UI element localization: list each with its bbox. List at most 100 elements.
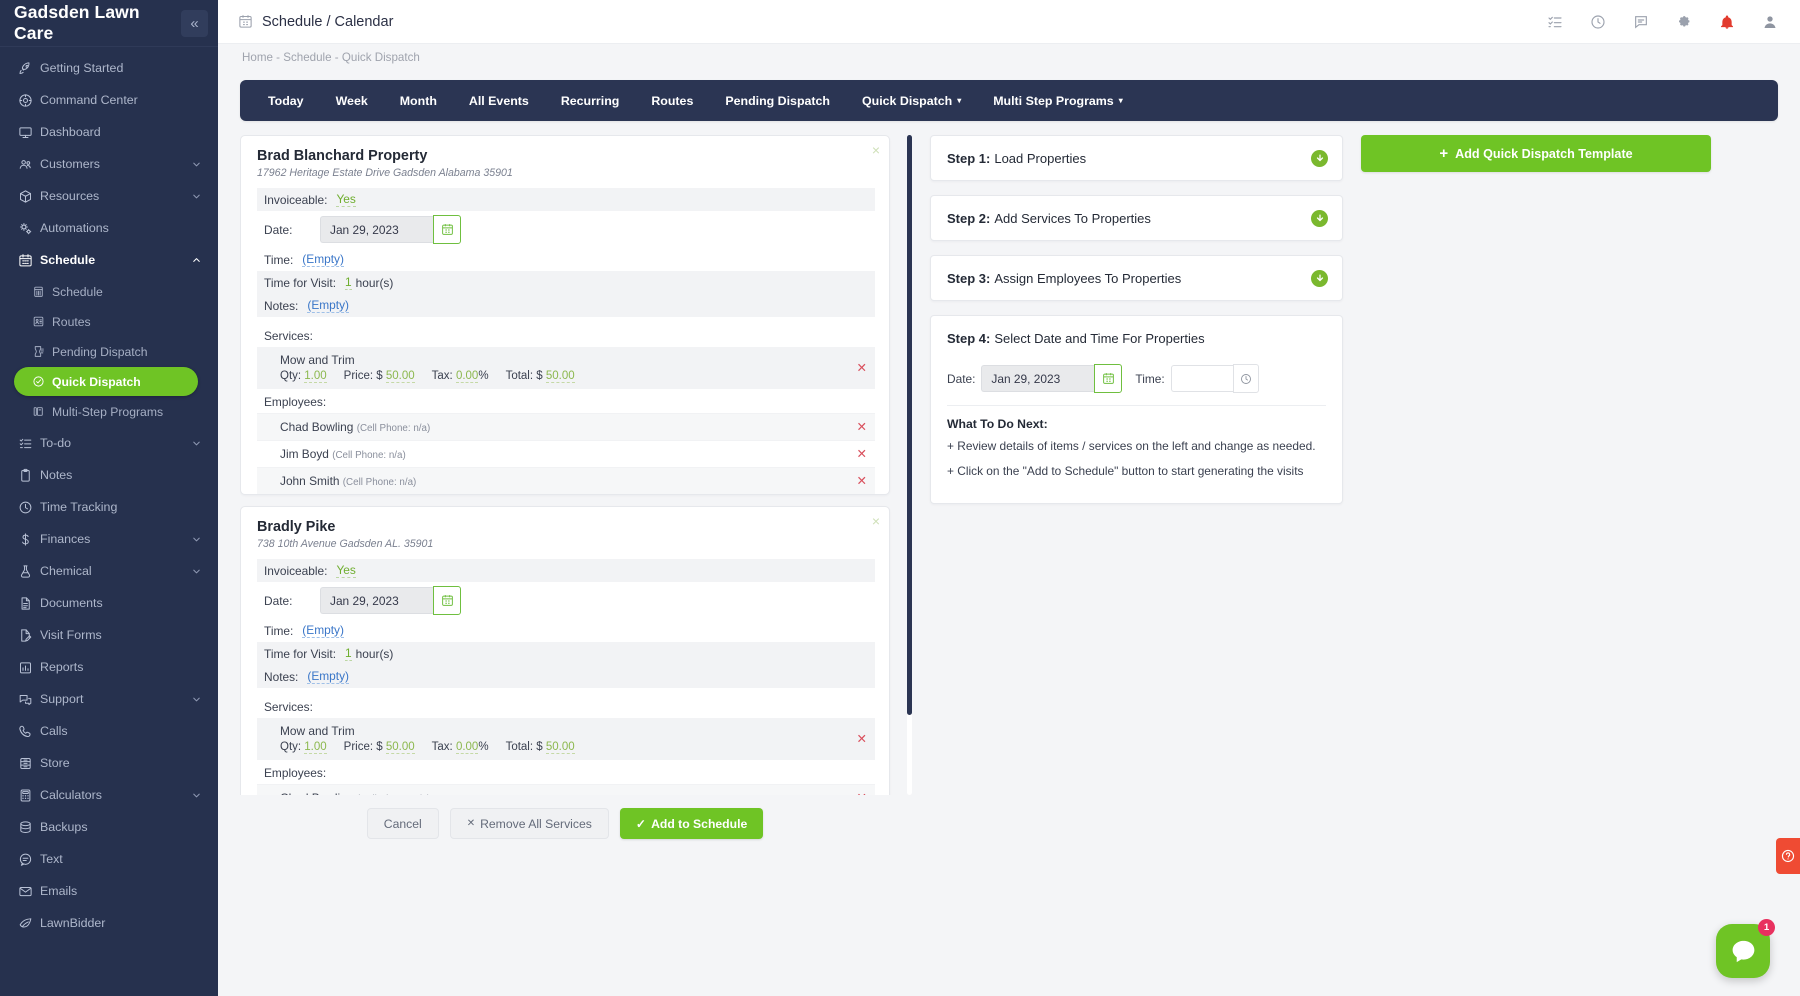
tab-multi-step-programs[interactable]: Multi Step Programs▾	[977, 94, 1139, 108]
sidebar-item-schedule[interactable]: Schedule	[0, 244, 218, 276]
time-value[interactable]: (Empty)	[302, 623, 344, 638]
download-arrow-icon[interactable]	[1311, 210, 1328, 227]
scrollbar-thumb[interactable]	[907, 135, 912, 715]
remove-all-services-button[interactable]: ✕ Remove All Services	[450, 808, 609, 839]
sidebar-item-chemical[interactable]: Chemical	[0, 555, 218, 587]
clock-picker-icon[interactable]	[1233, 364, 1259, 393]
sidebar-item-reports[interactable]: Reports	[0, 651, 218, 683]
remove-property-button[interactable]: ×	[872, 143, 880, 157]
chevron-down-icon[interactable]	[191, 790, 202, 801]
step4-time-input[interactable]	[1171, 365, 1233, 392]
sidebar-item-support[interactable]: Support	[0, 683, 218, 715]
remove-service-button[interactable]: ✕	[857, 362, 867, 375]
remove-employee-button[interactable]: ✕	[857, 792, 867, 795]
add-to-schedule-button[interactable]: ✓ Add to Schedule	[620, 808, 763, 839]
service-qty-value[interactable]: 1.00	[304, 741, 326, 754]
help-tab-button[interactable]	[1776, 838, 1800, 874]
remove-employee-button[interactable]: ✕	[857, 421, 867, 434]
sidebar-item-lawnbidder[interactable]: LawnBidder	[0, 907, 218, 939]
download-arrow-icon[interactable]	[1311, 150, 1328, 167]
chevron-down-icon[interactable]	[191, 566, 202, 577]
properties-scrollbar[interactable]	[907, 135, 912, 795]
remove-property-button[interactable]: ×	[872, 514, 880, 528]
sidebar-item-text[interactable]: Text	[0, 843, 218, 875]
remove-employee-button[interactable]: ✕	[857, 448, 867, 461]
tab-week[interactable]: Week	[320, 94, 384, 108]
tab-routes[interactable]: Routes	[635, 94, 709, 108]
service-tax-value[interactable]: 0.00	[456, 370, 478, 383]
sidebar-item-backups[interactable]: Backups	[0, 811, 218, 843]
sidebar-item-notes[interactable]: Notes	[0, 459, 218, 491]
tasks-icon[interactable]	[1547, 14, 1563, 30]
step4-date-input[interactable]: Jan 29, 2023	[981, 365, 1094, 392]
time-for-visit-value[interactable]: 1	[345, 646, 352, 661]
chat-icon[interactable]	[1633, 14, 1649, 30]
gear-icon[interactable]	[1676, 14, 1692, 30]
sidebar-item-dashboard[interactable]: Dashboard	[0, 116, 218, 148]
step-header[interactable]: Step 1: Load Properties	[931, 136, 1342, 180]
sidebar-subitem-multi-step-programs[interactable]: Multi-Step Programs	[14, 397, 198, 426]
remove-employee-button[interactable]: ✕	[857, 475, 867, 488]
service-price-value[interactable]: 50.00	[386, 741, 415, 754]
sidebar-item-calls[interactable]: Calls	[0, 715, 218, 747]
calendar-picker-icon[interactable]	[1094, 364, 1122, 393]
service-qty-value[interactable]: 1.00	[304, 370, 326, 383]
sidebar-item-store[interactable]: Store	[0, 747, 218, 779]
chevron-down-icon[interactable]	[191, 191, 202, 202]
time-value[interactable]: (Empty)	[302, 252, 344, 267]
sidebar-item-visit-forms[interactable]: Visit Forms	[0, 619, 218, 651]
notes-value[interactable]: (Empty)	[307, 298, 349, 313]
calendar-picker-icon[interactable]	[433, 586, 461, 615]
properties-scroll-area[interactable]: ×Brad Blanchard Property17962 Heritage E…	[240, 135, 912, 795]
sidebar-item-calculators[interactable]: Calculators	[0, 779, 218, 811]
chevron-down-icon[interactable]	[191, 159, 202, 170]
tab-today[interactable]: Today	[252, 94, 320, 108]
property-date-input[interactable]: Jan 29, 2023	[320, 216, 433, 243]
tab-pending-dispatch[interactable]: Pending Dispatch	[709, 94, 846, 108]
chevron-down-icon[interactable]	[191, 534, 202, 545]
notes-value[interactable]: (Empty)	[307, 669, 349, 684]
chevron-down-icon[interactable]	[191, 438, 202, 449]
remove-service-button[interactable]: ✕	[857, 733, 867, 746]
add-quick-dispatch-template-button[interactable]: + Add Quick Dispatch Template	[1361, 135, 1711, 172]
sidebar-item-to-do[interactable]: To-do	[0, 427, 218, 459]
tab-all-events[interactable]: All Events	[453, 94, 545, 108]
sidebar-item-getting-started[interactable]: Getting Started	[0, 52, 218, 84]
tab-month[interactable]: Month	[384, 94, 453, 108]
sidebar-subitem-schedule[interactable]: Schedule	[14, 277, 198, 306]
calendar-picker-icon[interactable]	[433, 215, 461, 244]
sidebar-item-command-center[interactable]: Command Center	[0, 84, 218, 116]
invoiceable-value[interactable]: Yes	[336, 563, 355, 578]
service-price-value[interactable]: 50.00	[386, 370, 415, 383]
tab-quick-dispatch[interactable]: Quick Dispatch▾	[846, 94, 977, 108]
download-arrow-icon[interactable]	[1311, 270, 1328, 287]
sidebar-subitem-routes[interactable]: Routes	[14, 307, 198, 336]
bell-icon[interactable]	[1719, 14, 1735, 30]
service-tax-value[interactable]: 0.00	[456, 741, 478, 754]
sidebar-item-automations[interactable]: Automations	[0, 212, 218, 244]
clock-icon[interactable]	[1590, 14, 1606, 30]
sidebar-collapse-button[interactable]: «	[181, 10, 208, 37]
sidebar-subitem-quick-dispatch[interactable]: Quick Dispatch	[14, 367, 198, 396]
chevron-down-icon[interactable]	[191, 694, 202, 705]
chevron-up-icon[interactable]	[191, 255, 202, 266]
step-header[interactable]: Step 2: Add Services To Properties	[931, 196, 1342, 240]
sidebar-item-time-tracking[interactable]: Time Tracking	[0, 491, 218, 523]
property-date-input[interactable]: Jan 29, 2023	[320, 587, 433, 614]
step-header[interactable]: Step 3: Assign Employees To Properties	[931, 256, 1342, 300]
sidebar-item-emails[interactable]: Emails	[0, 875, 218, 907]
chat-fab-button[interactable]: 1	[1716, 924, 1770, 978]
sidebar-item-label: LawnBidder	[40, 916, 202, 930]
sidebar-subitem-pending-dispatch[interactable]: Pending Dispatch	[14, 337, 198, 366]
sidebar-item-finances[interactable]: Finances	[0, 523, 218, 555]
sidebar-item-customers[interactable]: Customers	[0, 148, 218, 180]
tab-recurring[interactable]: Recurring	[545, 94, 636, 108]
user-icon[interactable]	[1762, 14, 1778, 30]
service-qty: Qty: 1.00	[280, 741, 327, 753]
sidebar-item-documents[interactable]: Documents	[0, 587, 218, 619]
monitor-icon	[18, 125, 40, 140]
cancel-button[interactable]: Cancel	[367, 808, 439, 839]
invoiceable-value[interactable]: Yes	[336, 192, 355, 207]
sidebar-item-resources[interactable]: Resources	[0, 180, 218, 212]
time-for-visit-value[interactable]: 1	[345, 275, 352, 290]
